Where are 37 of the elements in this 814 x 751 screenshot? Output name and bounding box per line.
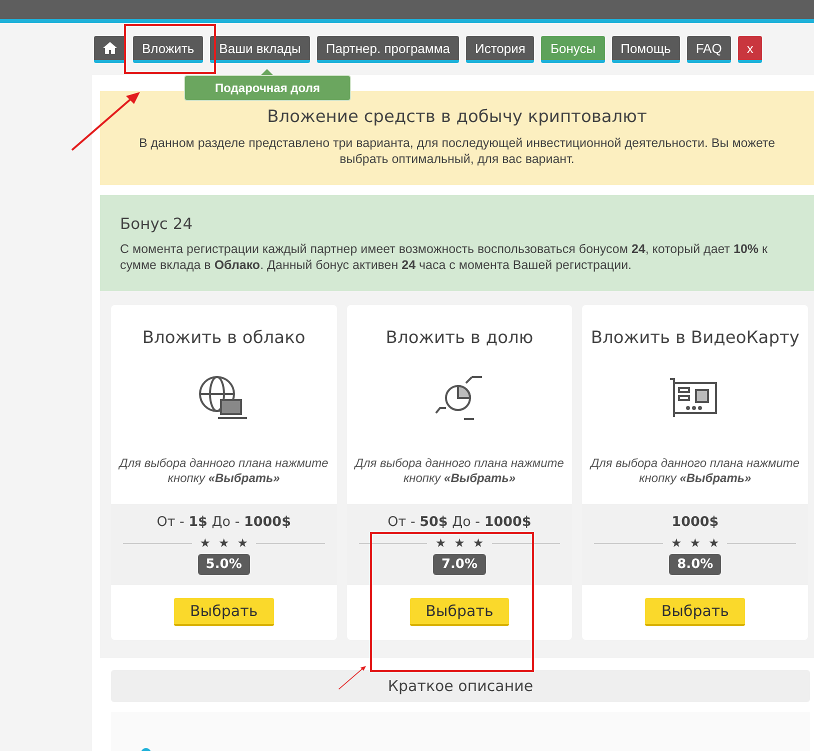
star-icon: ★ [690,536,701,550]
plan-hint: Для выбора данного плана нажмите кнопку «Выбрать» [117,455,330,487]
star-icon: ★ [218,536,230,550]
plan-range: От - 1$ До - 1000$ [156,514,291,530]
star-icon: ★ [237,536,248,550]
star-icon: ★ [671,536,682,550]
nav-tab[interactable]: x [738,36,762,63]
plan-title: Вложить в долю [386,328,534,348]
nav-tab[interactable]: Партнер. программа [316,36,460,63]
intro-text: В данном разделе представлено три варианта, для последующей инвестиционной деятельности. Вы можете выбрать оптимальный, для вас вариант. [138,135,776,167]
plan-title: Вложить в ВидеоКарту [590,328,800,348]
plan-range: 1000$ [672,514,719,530]
summary-header: Краткое описание [111,670,810,702]
bonus-text: С момента регистрации каждый партнер имеет возможность воспользоваться бонусом 24, который дает 10% к сумме вклада в Облако. Данный бонус активен 24 часа с момента Вашей регистрации. [120,241,768,273]
nav-tab[interactable]: Вложить [133,36,204,63]
select-button[interactable]: Выбрать [645,598,745,626]
star-icon: ★ [435,536,446,550]
nav-tab[interactable]: FAQ [686,36,731,63]
star-icon: ★ [200,536,210,550]
nav-tab[interactable]: Помощь [612,36,680,63]
select-button[interactable]: Выбрать [410,598,510,626]
nav-tab[interactable]: Ваши вклады [210,36,310,63]
plan-range: От - 50$ До - 1000$ [388,514,532,530]
star-icon: ★ [472,536,484,550]
select-button[interactable]: Выбрать [174,598,274,626]
bonus-title: Бонус 24 [120,215,194,233]
nav-tab[interactable]: История [466,36,534,63]
plan-hint: Для выбора данного плана нажмите кнопку «Выбрать» [353,455,565,487]
plan-hint: Для выбора данного плана нажмите кнопку «Выбрать» [588,455,801,487]
rate-badge: 7.0% [433,554,486,575]
rate-badge: 8.0% [669,554,722,575]
intro-title: Вложение средств в добычу криптовалют [266,107,648,127]
rate-badge: 5.0% [198,554,250,575]
star-icon: ★ [454,536,465,550]
tooltip: Подарочная доля [184,75,351,101]
plan-title: Вложить в облако [142,328,306,348]
star-icon: ★ [708,536,720,550]
